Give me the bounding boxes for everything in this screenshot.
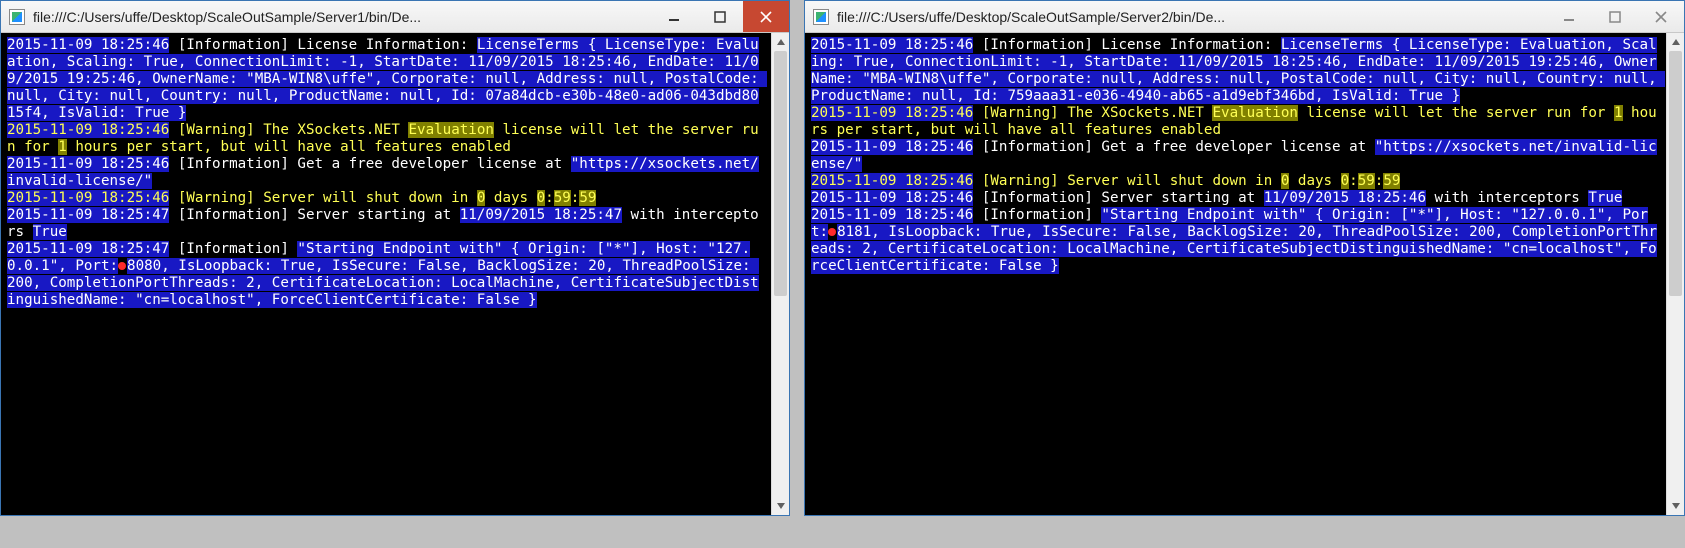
close-button[interactable]	[1638, 1, 1684, 32]
log-level: [Warning]	[973, 105, 1067, 121]
log-level: [Information]	[973, 37, 1101, 53]
log-text: hours per start, but will have all featu…	[67, 139, 511, 155]
timestamp: 2015-11-09 18:25:46	[811, 139, 973, 155]
window-server1: file:///C:/Users/uffe/Desktop/ScaleOutSa…	[0, 0, 790, 516]
titlebar-server2[interactable]: file:///C:/Users/uffe/Desktop/ScaleOutSa…	[805, 1, 1684, 33]
log-text: License Information:	[297, 37, 468, 53]
endpoint-props-tail: , IsLoopback: True, IsSecure: False, Bac…	[811, 224, 1657, 274]
vertical-scrollbar[interactable]	[771, 33, 789, 515]
app-icon	[813, 9, 829, 25]
log-text: Server will shut down in	[1067, 173, 1281, 189]
app-icon	[9, 9, 25, 25]
countdown-m: 59	[1358, 173, 1375, 189]
endpoint-port: 8181	[837, 224, 871, 240]
highlight-hours: 1	[58, 139, 67, 155]
log-level: [Information]	[169, 241, 297, 257]
license-terms-tail: , IsValid: True }	[1315, 88, 1460, 104]
license-id: 759aaa31-e036-4940-ab65-a1d9ebf346bd	[1007, 88, 1315, 104]
window-controls	[1546, 1, 1684, 32]
log-text: with interceptors	[1426, 190, 1588, 206]
log-text: The XSockets.NET	[1067, 105, 1212, 121]
minimize-button[interactable]	[651, 1, 697, 32]
interceptors-flag: True	[33, 224, 67, 240]
scroll-thumb[interactable]	[1669, 51, 1682, 296]
highlight-hours: 1	[1614, 105, 1623, 121]
log-text: days	[485, 190, 536, 206]
endpoint-label: "Starting Endpoint with"	[1101, 207, 1306, 223]
scroll-track[interactable]	[772, 51, 789, 497]
scroll-track[interactable]	[1667, 51, 1684, 497]
log-level: [Information]	[169, 37, 297, 53]
timestamp: 2015-11-09 18:25:46	[811, 190, 973, 206]
log-text: Server starting at	[297, 207, 459, 223]
log-level: [Warning]	[973, 173, 1067, 189]
titlebar-server1[interactable]: file:///C:/Users/uffe/Desktop/ScaleOutSa…	[1, 1, 789, 33]
console-area: 2015-11-09 18:25:46 [Information] Licens…	[805, 33, 1684, 515]
log-level: [Information]	[973, 207, 1101, 223]
timestamp: 2015-11-09 18:25:46	[811, 105, 973, 121]
log-text: Server starting at	[1101, 190, 1263, 206]
countdown-h: 0	[537, 190, 546, 206]
timestamp: 2015-11-09 18:25:46	[7, 122, 169, 138]
log-text: days	[1289, 173, 1340, 189]
scroll-down-button[interactable]	[772, 497, 789, 515]
close-button[interactable]	[743, 1, 789, 32]
countdown-m: 59	[554, 190, 571, 206]
license-terms-tail: , IsValid: True }	[41, 105, 186, 121]
scroll-thumb[interactable]	[774, 51, 787, 296]
maximize-button[interactable]	[1592, 1, 1638, 32]
log-text: license will let the server run for	[1298, 105, 1614, 121]
scroll-down-button[interactable]	[1667, 497, 1684, 515]
log-level: [Information]	[169, 156, 297, 172]
maximize-button[interactable]	[697, 1, 743, 32]
timestamp: 2015-11-09 18:25:46	[811, 37, 973, 53]
dot-icon	[828, 228, 836, 236]
log-text: The XSockets.NET	[263, 122, 408, 138]
countdown-h: 0	[1341, 173, 1350, 189]
interceptors-flag: True	[1588, 190, 1622, 206]
countdown-s: 59	[1383, 173, 1400, 189]
scroll-up-button[interactable]	[772, 33, 789, 51]
timestamp: 2015-11-09 18:25:47	[7, 241, 169, 257]
console-area: 2015-11-09 18:25:46 [Information] Licens…	[1, 33, 789, 515]
vertical-scrollbar[interactable]	[1666, 33, 1684, 515]
log-text: License Information:	[1101, 37, 1272, 53]
window-server2: file:///C:/Users/uffe/Desktop/ScaleOutSa…	[804, 0, 1685, 516]
log-level: [Warning]	[169, 122, 263, 138]
minimize-button[interactable]	[1546, 1, 1592, 32]
highlight-evaluation: Evaluation	[408, 122, 493, 138]
timestamp: 2015-11-09 18:25:46	[7, 37, 169, 53]
log-level: [Information]	[169, 207, 297, 223]
start-time: 11/09/2015 18:25:46	[1264, 190, 1426, 206]
endpoint-label: "Starting Endpoint with"	[297, 241, 502, 257]
window-gap	[790, 0, 804, 548]
timestamp: 2015-11-09 18:25:46	[811, 207, 973, 223]
highlight-evaluation: Evaluation	[1212, 105, 1297, 121]
start-time: 11/09/2015 18:25:47	[460, 207, 622, 223]
countdown-s: 59	[579, 190, 596, 206]
timestamp: 2015-11-09 18:25:46	[811, 173, 973, 189]
timestamp: 2015-11-09 18:25:46	[7, 156, 169, 172]
window-controls	[651, 1, 789, 32]
log-level: [Warning]	[169, 190, 263, 206]
window-title: file:///C:/Users/uffe/Desktop/ScaleOutSa…	[33, 9, 651, 25]
dot-icon	[118, 262, 126, 270]
log-level: [Information]	[973, 190, 1101, 206]
log-text: Get a free developer license at	[1101, 139, 1374, 155]
timestamp: 2015-11-09 18:25:46	[7, 190, 169, 206]
timestamp: 2015-11-09 18:25:47	[7, 207, 169, 223]
window-title: file:///C:/Users/uffe/Desktop/ScaleOutSa…	[837, 9, 1546, 25]
scroll-up-button[interactable]	[1667, 33, 1684, 51]
console-output-server2: 2015-11-09 18:25:46 [Information] Licens…	[805, 33, 1666, 515]
endpoint-port: 8080	[127, 258, 161, 274]
log-text: Get a free developer license at	[297, 156, 570, 172]
console-output-server1: 2015-11-09 18:25:46 [Information] Licens…	[1, 33, 771, 515]
log-text: Server will shut down in	[263, 190, 477, 206]
log-level: [Information]	[973, 139, 1101, 155]
